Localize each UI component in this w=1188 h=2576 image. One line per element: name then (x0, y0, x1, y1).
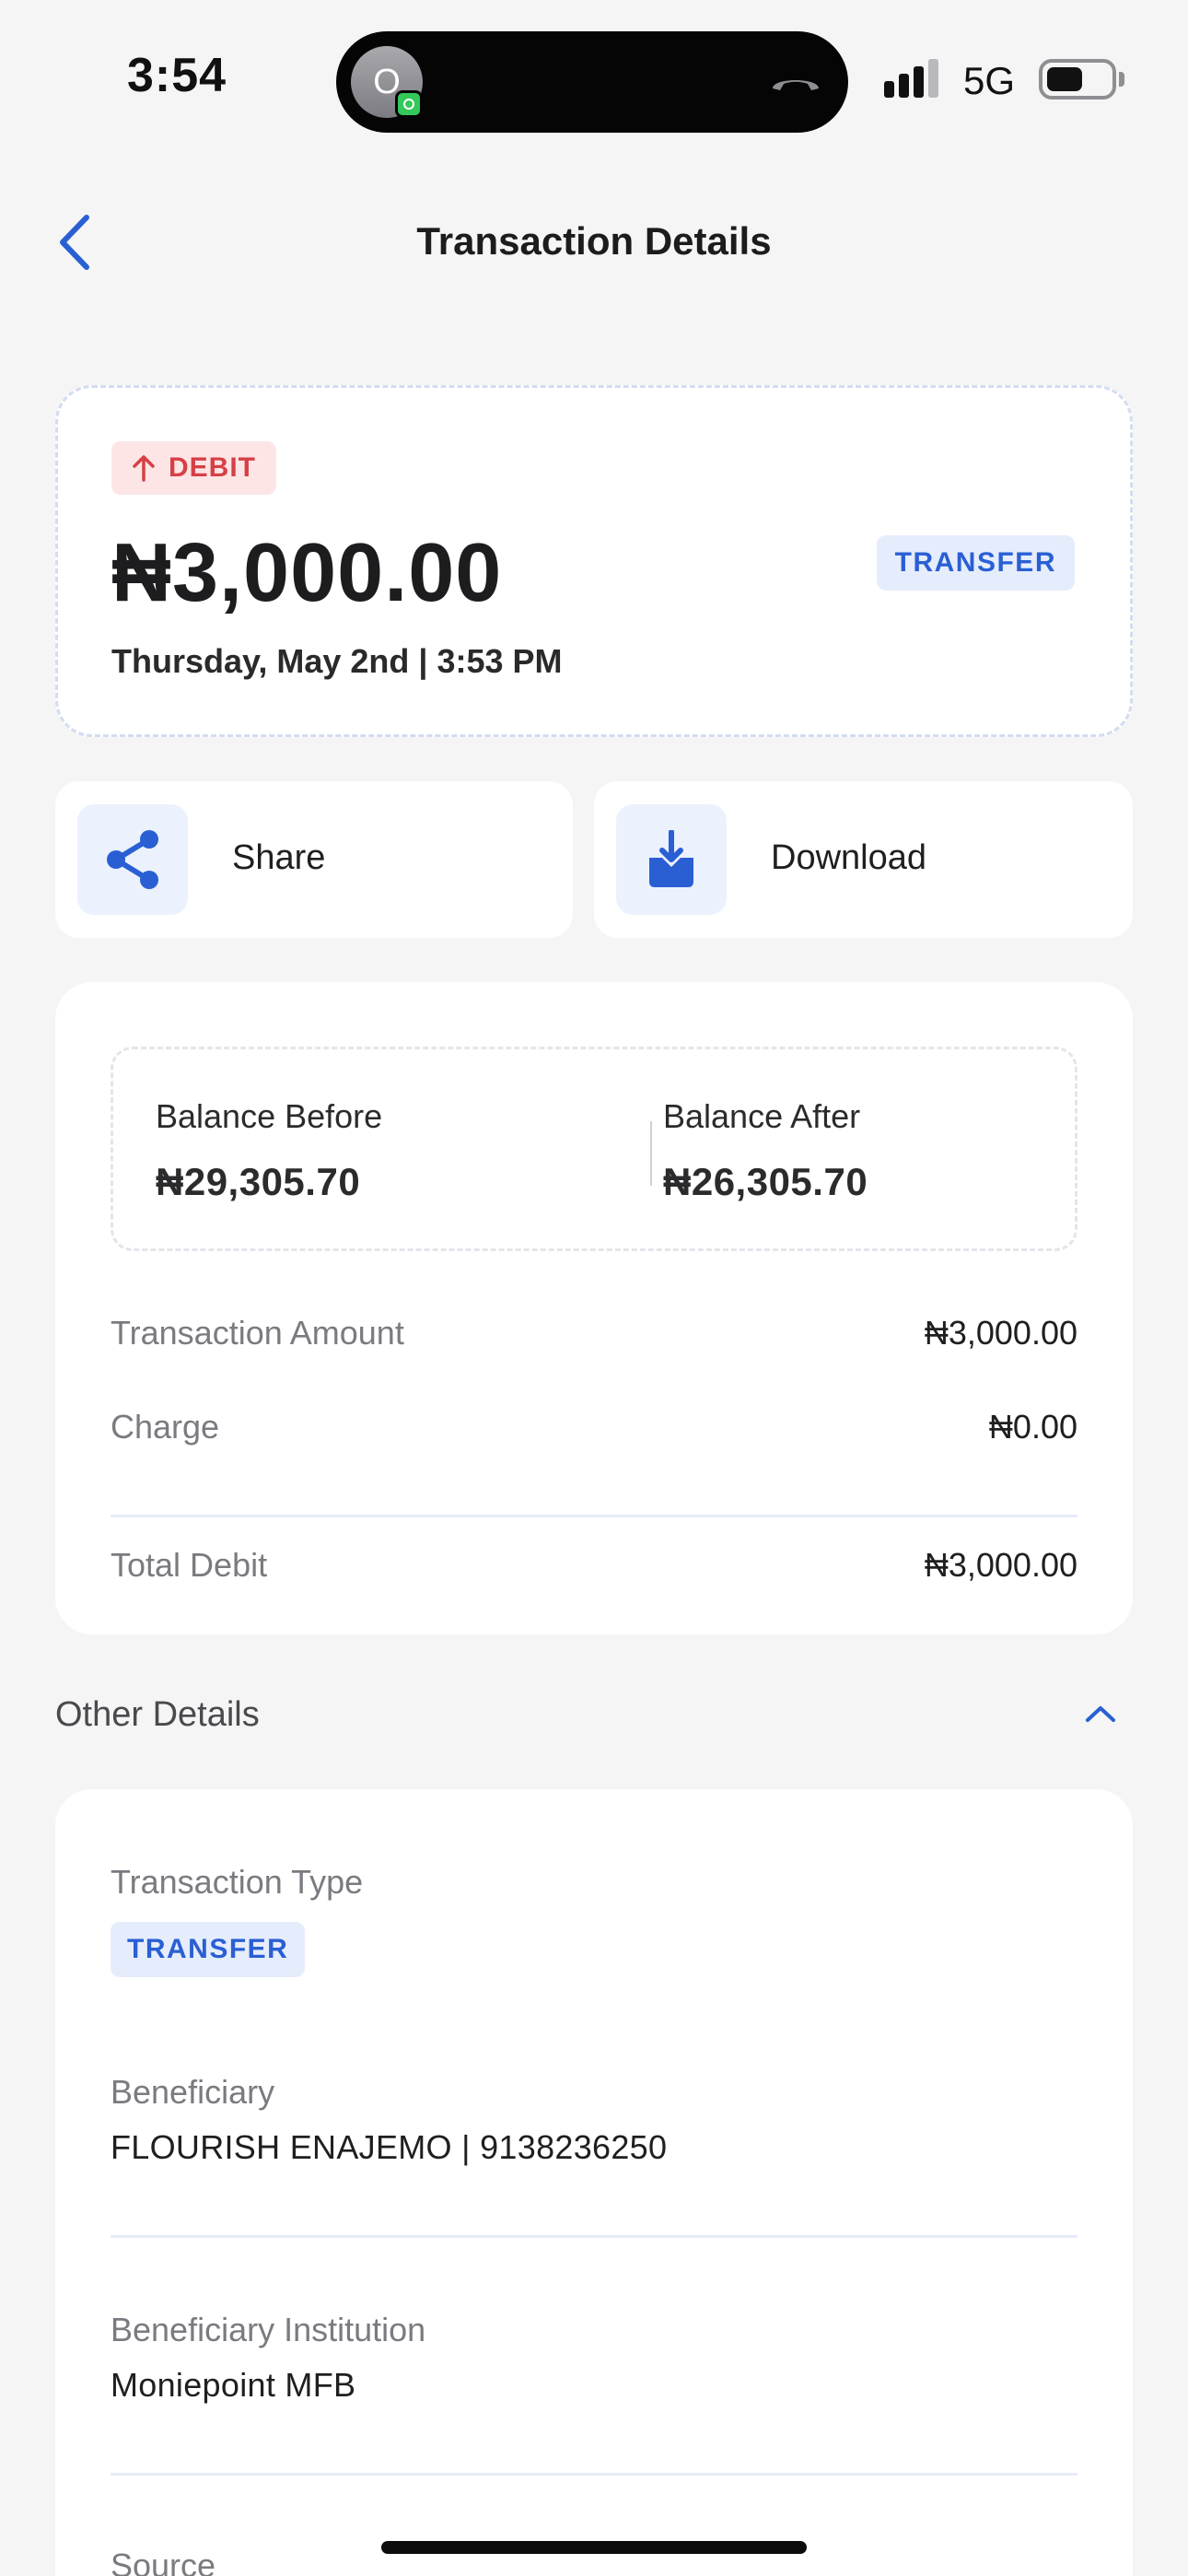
download-label: Download (771, 838, 926, 877)
dynamic-island[interactable]: O (336, 31, 848, 133)
breakdown-label: Total Debit (111, 1546, 268, 1584)
share-icon (107, 830, 158, 889)
balance-divider (650, 1121, 652, 1186)
balance-after-label: Balance After (663, 1097, 861, 1135)
divider (111, 2473, 1077, 2476)
other-details-card: Transaction Type TRANSFER Beneficiary FL… (55, 1789, 1133, 2576)
transaction-details-screen: 3:54 O 5G Transaction Details DEBIT ₦3,0… (0, 0, 1188, 2576)
breakdown-value: ₦3,000.00 (924, 1546, 1077, 1584)
transaction-datetime: Thursday, May 2nd | 3:53 PM (111, 642, 563, 680)
collapse-other-details-button[interactable] (1077, 1695, 1124, 1732)
download-icon-container (616, 804, 727, 915)
debit-label: DEBIT (169, 452, 256, 483)
balance-before-value: ₦29,305.70 (156, 1160, 361, 1203)
transaction-amount: ₦3,000.00 (111, 527, 503, 619)
transaction-type-chip: TRANSFER (876, 535, 1075, 591)
end-call-icon (773, 80, 819, 90)
balance-comparison: Balance Before ₦29,305.70 Balance After … (111, 1047, 1077, 1251)
download-button[interactable]: Download (594, 781, 1133, 938)
debit-badge: DEBIT (111, 441, 276, 495)
breakdown-row-total-debit: Total Debit ₦3,000.00 (111, 1546, 1077, 1585)
other-details-title: Other Details (55, 1695, 260, 1734)
share-label: Share (232, 838, 326, 877)
balance-after: Balance After ₦26,305.70 (663, 1097, 868, 1204)
divider (111, 2235, 1077, 2238)
status-time: 3:54 (127, 49, 227, 102)
network-type: 5G (963, 59, 1016, 102)
breakdown-value: ₦0.00 (988, 1408, 1077, 1446)
balance-before: Balance Before ₦29,305.70 (156, 1097, 382, 1204)
transaction-type-chip: TRANSFER (111, 1922, 306, 1977)
home-indicator[interactable] (381, 2541, 807, 2554)
breakdown-label: Transaction Amount (111, 1314, 404, 1352)
cellular-signal-icon (884, 59, 938, 98)
breakdown-row-transaction-amount: Transaction Amount ₦3,000.00 (111, 1314, 1077, 1352)
amount-summary-card: DEBIT ₦3,000.00 TRANSFER Thursday, May 2… (55, 385, 1133, 737)
battery-cap (1119, 72, 1124, 87)
battery-icon (1039, 59, 1116, 100)
whatsapp-icon (395, 90, 423, 118)
beneficiary-value: FLOURISH ENAJEMO | 9138236250 (111, 2128, 668, 2166)
share-icon-container (77, 804, 188, 915)
download-icon (649, 830, 693, 887)
beneficiary-label: Beneficiary (111, 2073, 275, 2111)
divider (111, 1515, 1077, 1517)
transaction-type-label: Transaction Type (111, 1863, 364, 1901)
breakdown-row-charge: Charge ₦0.00 (111, 1408, 1077, 1446)
beneficiary-institution-value: Moniepoint MFB (111, 2366, 356, 2404)
source-label: Source (111, 2547, 216, 2576)
arrow-up-icon (133, 455, 155, 482)
balance-after-value: ₦26,305.70 (663, 1160, 868, 1203)
balance-before-label: Balance Before (156, 1097, 383, 1135)
breakdown-label: Charge (111, 1408, 220, 1446)
breakdown-value: ₦3,000.00 (924, 1314, 1077, 1352)
chevron-up-icon (1086, 1706, 1115, 1722)
balance-card: Balance Before ₦29,305.70 Balance After … (55, 982, 1133, 1634)
page-title: Transaction Details (416, 219, 772, 263)
share-button[interactable]: Share (55, 781, 573, 938)
beneficiary-institution-label: Beneficiary Institution (111, 2311, 426, 2348)
